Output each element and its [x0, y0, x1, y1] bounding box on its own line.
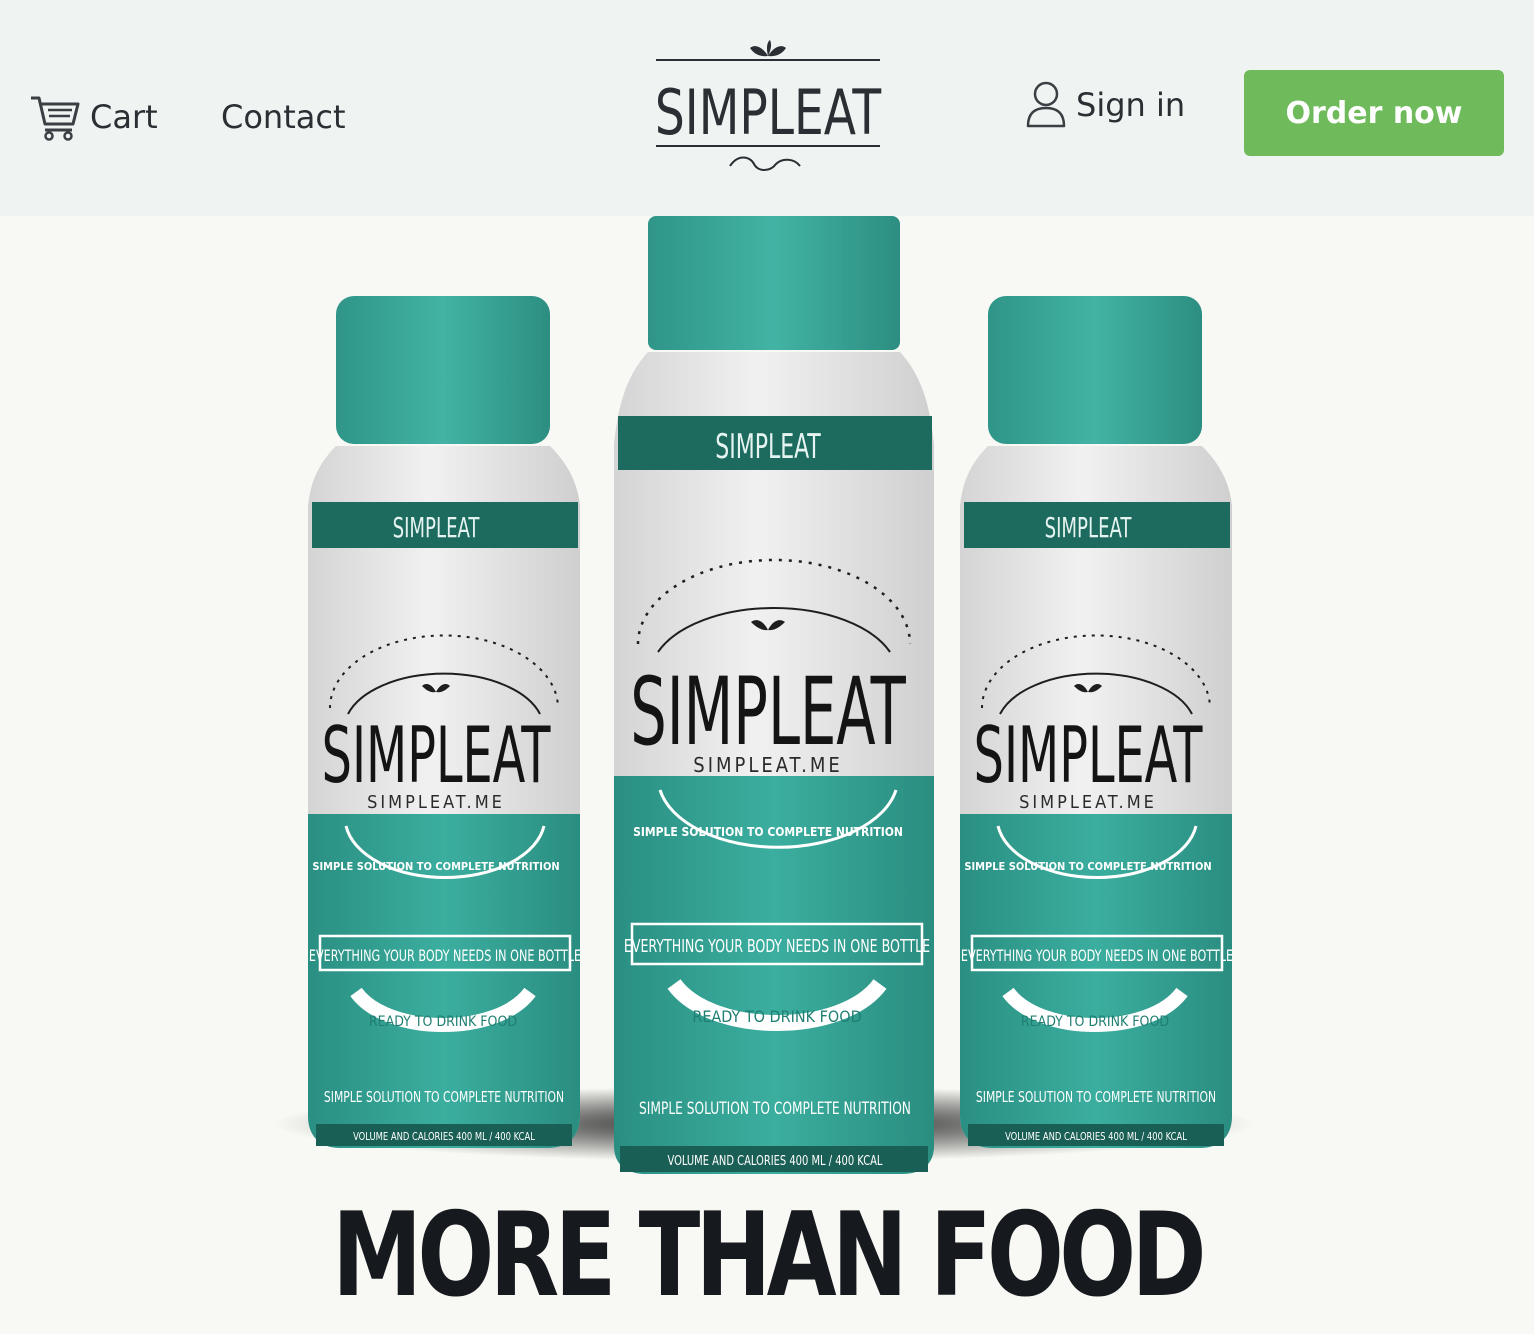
cart-link[interactable]: Cart	[28, 92, 158, 142]
bottle-url-text: SIMPLEAT.ME	[367, 792, 505, 813]
bottle-box-text: EVERYTHING YOUR BODY NEEDS IN ONE BOTTLE	[309, 948, 581, 966]
hero-product-image: SIMPLEAT SIMPLEAT SIMPLEAT.ME SIMPLE SOL…	[274, 216, 1254, 1174]
contact-link[interactable]: Contact	[221, 92, 346, 142]
logo-text: SIMPLEAT	[655, 77, 882, 149]
bottle-cap	[988, 296, 1202, 444]
site-logo[interactable]: SIMPLEAT	[650, 38, 886, 180]
bottle-brand-text: SIMPLEAT	[974, 709, 1203, 800]
bottle-arc-text: SIMPLE SOLUTION TO COMPLETE NUTRITION	[964, 860, 1211, 873]
bottle-brand-text: SIMPLEAT	[322, 709, 551, 800]
bottle-ribbon-text: READY TO DRINK FOOD	[692, 1007, 861, 1026]
bottle-volume-text: VOLUME AND CALORIES 400 ML / 400 KCAL	[668, 1153, 883, 1168]
bottle-volume-text: VOLUME AND CALORIES 400 ML / 400 KCAL	[1005, 1131, 1188, 1143]
bottle-left: SIMPLEAT SIMPLEAT SIMPLEAT.ME SIMPLE SOL…	[308, 296, 581, 1148]
leaf-icon	[750, 40, 786, 57]
bottle-right: SIMPLEAT SIMPLEAT SIMPLEAT.ME SIMPLE SOL…	[960, 296, 1233, 1148]
bottle-box-text: EVERYTHING YOUR BODY NEEDS IN ONE BOTTLE	[624, 935, 930, 956]
bottle-band-text: SIMPLEAT	[393, 511, 480, 544]
bottle-tagline-text: SIMPLE SOLUTION TO COMPLETE NUTRITION	[324, 1089, 564, 1107]
sign-in-link[interactable]: Sign in	[1022, 80, 1185, 130]
bottle-arc-text: SIMPLE SOLUTION TO COMPLETE NUTRITION	[312, 860, 559, 873]
bottle-url-text: SIMPLEAT.ME	[1019, 792, 1157, 813]
user-icon	[1026, 81, 1066, 128]
cart-label: Cart	[90, 98, 158, 136]
site-header: Cart Contact SIMPLEAT Sign in Order now	[0, 0, 1534, 216]
cart-icon	[31, 96, 80, 141]
bottle-cap	[648, 216, 900, 350]
bottle-band-text: SIMPLEAT	[715, 427, 821, 466]
bottle-cap	[336, 296, 550, 444]
bottle-volume-text: VOLUME AND CALORIES 400 ML / 400 KCAL	[353, 1131, 536, 1143]
hero-headline: MORE THAN FOOD	[332, 1188, 1207, 1323]
bottle-box-text: EVERYTHING YOUR BODY NEEDS IN ONE BOTTLE	[961, 948, 1233, 966]
bottle-ribbon-text: READY TO DRINK FOOD	[1021, 1014, 1169, 1030]
bottle-center: SIMPLEAT SIMPLEAT SIMPLEAT.ME SIMPLE SOL…	[614, 216, 934, 1174]
bottle-band-text: SIMPLEAT	[1045, 511, 1132, 544]
bottle-tagline-text: SIMPLE SOLUTION TO COMPLETE NUTRITION	[639, 1099, 911, 1119]
contact-label: Contact	[221, 98, 346, 136]
bottle-brand-text: SIMPLEAT	[630, 656, 906, 766]
bottle-ribbon-text: READY TO DRINK FOOD	[369, 1014, 517, 1030]
order-now-button[interactable]: Order now	[1244, 70, 1504, 156]
sign-in-label: Sign in	[1076, 86, 1186, 124]
bottle-tagline-text: SIMPLE SOLUTION TO COMPLETE NUTRITION	[976, 1089, 1216, 1107]
order-now-label: Order now	[1285, 95, 1463, 131]
bottle-url-text: SIMPLEAT.ME	[693, 753, 842, 777]
